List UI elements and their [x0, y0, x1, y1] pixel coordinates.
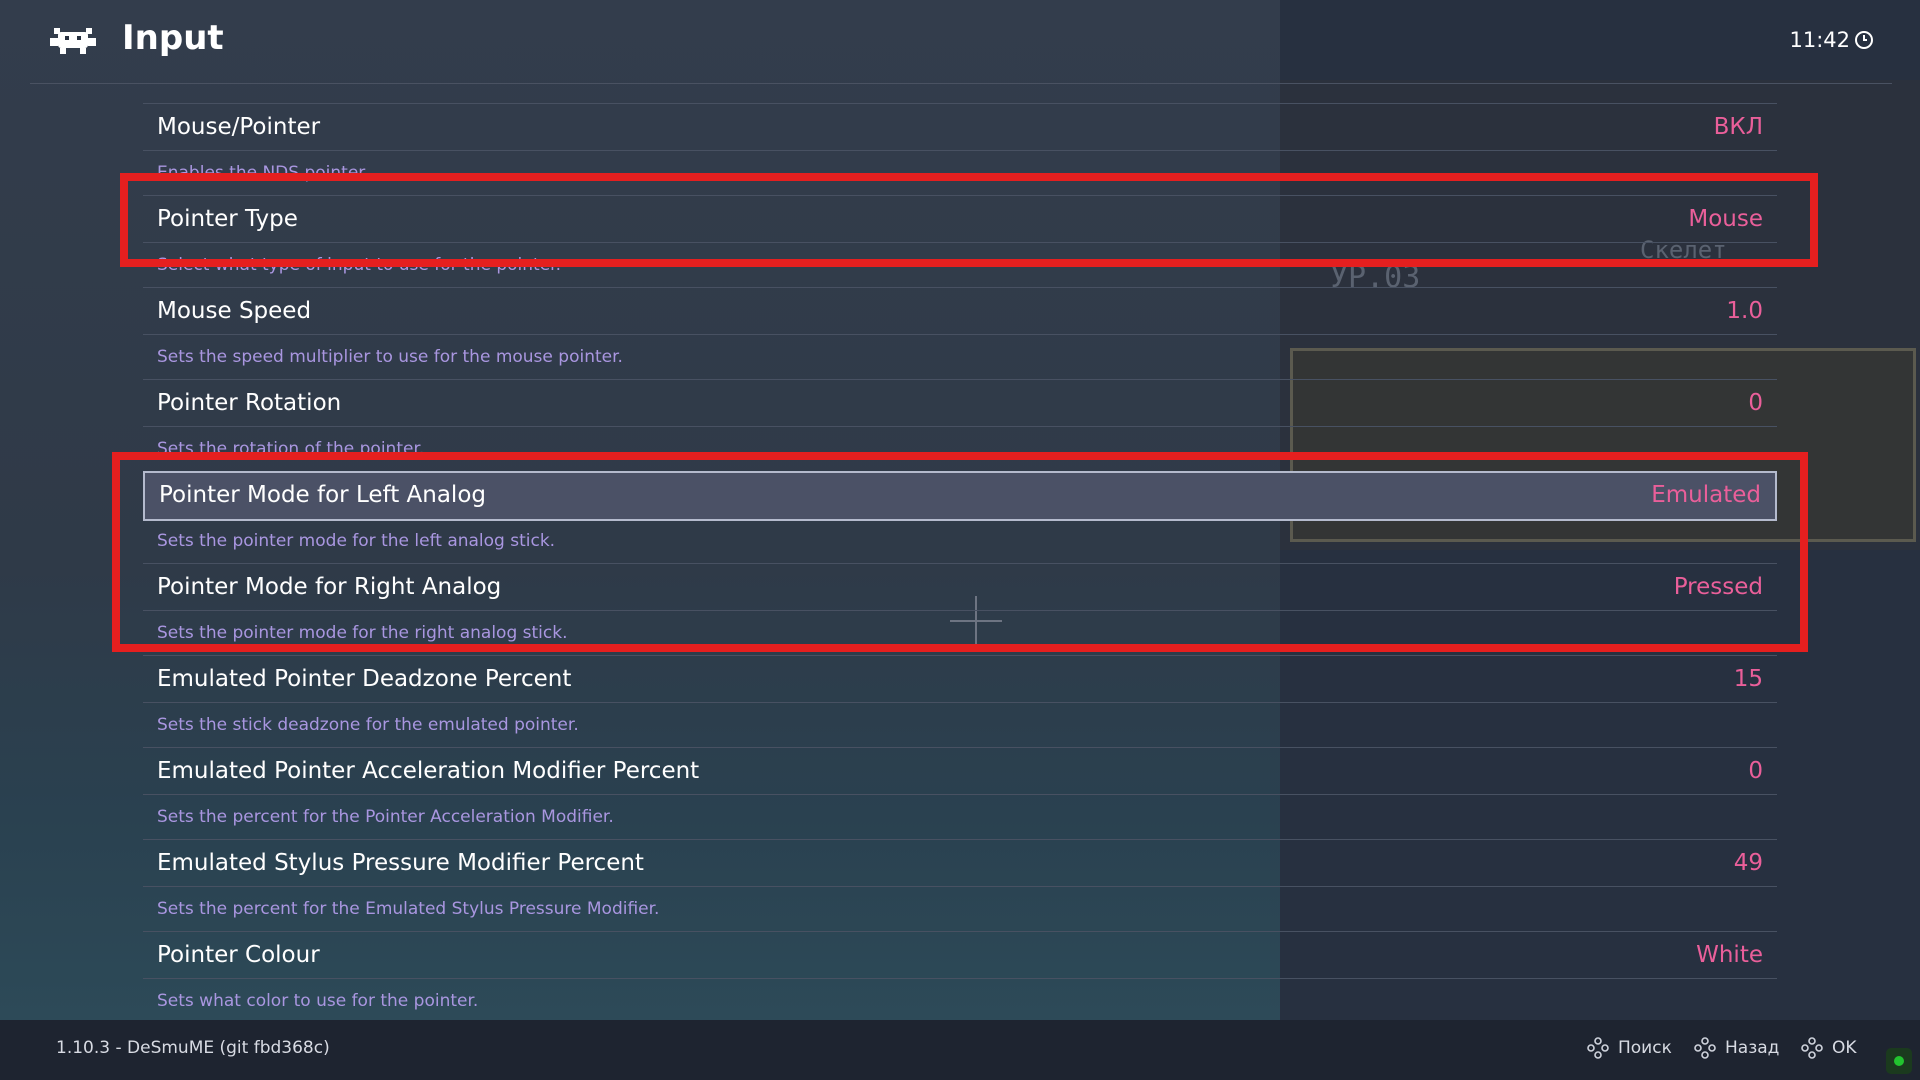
- clock-icon: [1855, 31, 1873, 49]
- setting-label: Mouse Speed: [157, 298, 312, 324]
- gamepad-buttons-icon: [1694, 1037, 1716, 1059]
- retroarch-logo-icon: [50, 28, 96, 54]
- setting-row[interactable]: Emulated Stylus Pressure Modifier Percen…: [143, 839, 1777, 931]
- setting-label: Mouse/Pointer: [157, 114, 321, 140]
- setting-row[interactable]: Pointer Mode for Right Analog Pressed Sets…: [143, 563, 1777, 655]
- setting-item[interactable]: Pointer Type Mouse: [143, 195, 1777, 243]
- setting-label: Pointer Mode for Left Analog: [159, 482, 486, 508]
- setting-item[interactable]: Pointer Mode for Left Analog Emulated: [143, 471, 1777, 521]
- setting-description: Sets the stick deadzone for the emulated…: [157, 715, 579, 735]
- setting-value[interactable]: 1.0: [1726, 298, 1763, 324]
- setting-row[interactable]: Emulated Pointer Acceleration Modifier P…: [143, 747, 1777, 839]
- setting-item[interactable]: Mouse/Pointer ВКЛ: [143, 103, 1777, 151]
- setting-item[interactable]: Pointer Rotation 0: [143, 379, 1777, 427]
- gamepad-buttons-icon: [1801, 1037, 1823, 1059]
- settings-list: Mouse/Pointer ВКЛ Enables the NDS pointer.…: [143, 103, 1777, 1023]
- ok-label: OK: [1832, 1038, 1857, 1058]
- setting-row[interactable]: Pointer Colour White Sets what color to us…: [143, 931, 1777, 1023]
- setting-value[interactable]: Emulated: [1651, 482, 1761, 508]
- setting-value[interactable]: Pressed: [1674, 574, 1763, 600]
- setting-row[interactable]: Mouse/Pointer ВКЛ Enables the NDS pointer.: [143, 103, 1777, 195]
- setting-item[interactable]: Mouse Speed 1.0: [143, 287, 1777, 335]
- setting-item[interactable]: Pointer Mode for Right Analog Pressed: [143, 563, 1777, 611]
- setting-value[interactable]: 15: [1734, 666, 1763, 692]
- setting-description: Sets the pointer mode for the right anal…: [157, 623, 568, 643]
- setting-item[interactable]: Emulated Pointer Acceleration Modifier P…: [143, 747, 1777, 795]
- status-indicator-icon: [1886, 1048, 1912, 1074]
- setting-item[interactable]: Pointer Colour White: [143, 931, 1777, 979]
- setting-description: Select what type of input to use for the…: [157, 255, 562, 275]
- setting-description: Sets the speed multiplier to use for the…: [157, 347, 623, 367]
- setting-value[interactable]: Mouse: [1688, 206, 1763, 232]
- core-version: 1.10.3 - DeSmuME (git fbd368c): [56, 1038, 330, 1058]
- setting-row[interactable]: Pointer Rotation 0 Sets the rotation of th…: [143, 379, 1777, 471]
- setting-item[interactable]: Emulated Stylus Pressure Modifier Percen…: [143, 839, 1777, 887]
- setting-label: Emulated Pointer Acceleration Modifier P…: [157, 758, 700, 784]
- back-label: Назад: [1725, 1038, 1780, 1058]
- header-divider: [30, 83, 1892, 84]
- setting-row[interactable]: Pointer Mode for Left Analog Emulated Sets…: [143, 471, 1777, 563]
- setting-value[interactable]: ВКЛ: [1714, 114, 1763, 140]
- setting-description: Sets what color to use for the pointer.: [157, 991, 479, 1011]
- setting-description: Sets the rotation of the pointer.: [157, 439, 425, 459]
- ok-button[interactable]: OK: [1800, 1032, 1857, 1064]
- setting-label: Pointer Type: [157, 206, 298, 232]
- setting-description: Sets the percent for the Pointer Acceler…: [157, 807, 614, 827]
- setting-item[interactable]: Emulated Pointer Deadzone Percent 15: [143, 655, 1777, 703]
- setting-label: Pointer Rotation: [157, 390, 342, 416]
- clock: 11:42: [1789, 28, 1874, 52]
- setting-label: Pointer Colour: [157, 942, 320, 968]
- search-label: Поиск: [1618, 1038, 1672, 1058]
- footer: 1.10.3 - DeSmuME (git fbd368c) Поиск Наз…: [0, 1020, 1920, 1080]
- setting-value[interactable]: 0: [1748, 758, 1763, 784]
- search-button[interactable]: Поиск: [1586, 1032, 1672, 1064]
- setting-value[interactable]: 0: [1748, 390, 1763, 416]
- setting-label: Pointer Mode for Right Analog: [157, 574, 502, 600]
- setting-row[interactable]: Pointer Type Mouse Select what type of inp…: [143, 195, 1777, 287]
- header: Input 11:42: [0, 0, 1920, 84]
- setting-description: Sets the pointer mode for the left analo…: [157, 531, 556, 551]
- setting-label: Emulated Stylus Pressure Modifier Percen…: [157, 850, 644, 876]
- page-title: Input: [122, 18, 224, 58]
- setting-value[interactable]: White: [1696, 942, 1763, 968]
- setting-description: Enables the NDS pointer.: [157, 163, 370, 183]
- setting-row[interactable]: Emulated Pointer Deadzone Percent 15 Sets …: [143, 655, 1777, 747]
- clock-time: 11:42: [1789, 28, 1850, 52]
- setting-label: Emulated Pointer Deadzone Percent: [157, 666, 572, 692]
- back-button[interactable]: Назад: [1693, 1032, 1779, 1064]
- gamepad-buttons-icon: [1587, 1037, 1609, 1059]
- setting-value[interactable]: 49: [1734, 850, 1763, 876]
- setting-description: Sets the percent for the Emulated Stylus…: [157, 899, 660, 919]
- setting-row[interactable]: Mouse Speed 1.0 Sets the speed multiplier …: [143, 287, 1777, 379]
